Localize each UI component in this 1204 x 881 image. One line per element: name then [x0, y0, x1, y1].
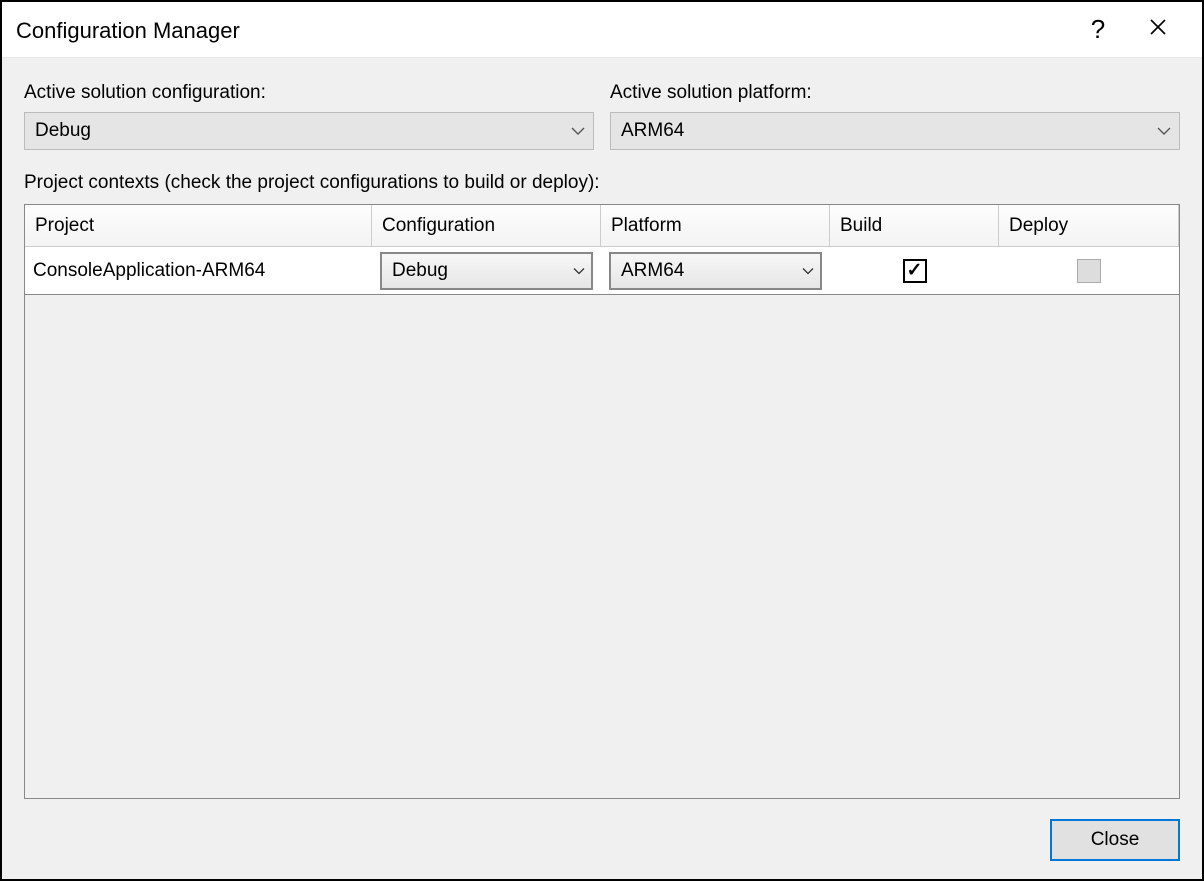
- row-configuration-dropdown[interactable]: Debug: [380, 252, 593, 290]
- grid-empty-area: [25, 295, 1179, 798]
- active-platform-group: Active solution platform: ARM64: [610, 82, 1180, 150]
- row-platform-value: ARM64: [621, 260, 802, 282]
- active-configuration-value: Debug: [35, 120, 571, 142]
- header-build[interactable]: Build: [830, 205, 999, 247]
- dialog-content: Active solution configuration: Debug Act…: [2, 58, 1202, 879]
- project-contexts-label: Project contexts (check the project conf…: [24, 172, 1180, 194]
- chevron-down-icon: [573, 267, 585, 275]
- chevron-down-icon: [802, 267, 814, 275]
- platform-cell: ARM64: [601, 247, 830, 294]
- active-platform-dropdown[interactable]: ARM64: [610, 112, 1180, 150]
- active-configuration-dropdown[interactable]: Debug: [24, 112, 594, 150]
- deploy-checkbox: [1077, 259, 1101, 283]
- active-configuration-label: Active solution configuration:: [24, 82, 594, 104]
- header-project[interactable]: Project: [25, 205, 372, 247]
- row-configuration-value: Debug: [392, 260, 573, 282]
- window-title: Configuration Manager: [16, 16, 1068, 44]
- help-icon: ?: [1091, 14, 1105, 45]
- table-row: ConsoleApplication-ARM64 Debug ARM64: [25, 247, 1179, 295]
- row-platform-dropdown[interactable]: ARM64: [609, 252, 822, 290]
- active-platform-value: ARM64: [621, 120, 1157, 142]
- close-button-label: Close: [1091, 829, 1140, 851]
- close-icon: [1149, 18, 1167, 42]
- configuration-manager-dialog: Configuration Manager ? Active solution …: [0, 0, 1204, 881]
- deploy-cell: [999, 247, 1179, 294]
- project-name-cell: ConsoleApplication-ARM64: [25, 247, 372, 294]
- chevron-down-icon: [1157, 126, 1171, 136]
- configuration-cell: Debug: [372, 247, 601, 294]
- solution-selectors: Active solution configuration: Debug Act…: [24, 82, 1180, 150]
- active-configuration-group: Active solution configuration: Debug: [24, 82, 594, 150]
- grid-header-row: Project Configuration Platform Build Dep…: [25, 205, 1179, 247]
- titlebar: Configuration Manager ?: [2, 2, 1202, 58]
- build-cell: ✓: [830, 247, 999, 294]
- header-deploy[interactable]: Deploy: [999, 205, 1179, 247]
- close-button[interactable]: Close: [1050, 819, 1180, 861]
- header-platform[interactable]: Platform: [601, 205, 830, 247]
- help-button[interactable]: ?: [1068, 2, 1128, 58]
- checkmark-icon: ✓: [907, 261, 923, 280]
- header-configuration[interactable]: Configuration: [372, 205, 601, 247]
- project-contexts-grid: Project Configuration Platform Build Dep…: [24, 204, 1180, 799]
- chevron-down-icon: [571, 126, 585, 136]
- close-window-button[interactable]: [1128, 2, 1188, 58]
- build-checkbox[interactable]: ✓: [903, 259, 927, 283]
- active-platform-label: Active solution platform:: [610, 82, 1180, 104]
- dialog-footer: Close: [24, 799, 1180, 861]
